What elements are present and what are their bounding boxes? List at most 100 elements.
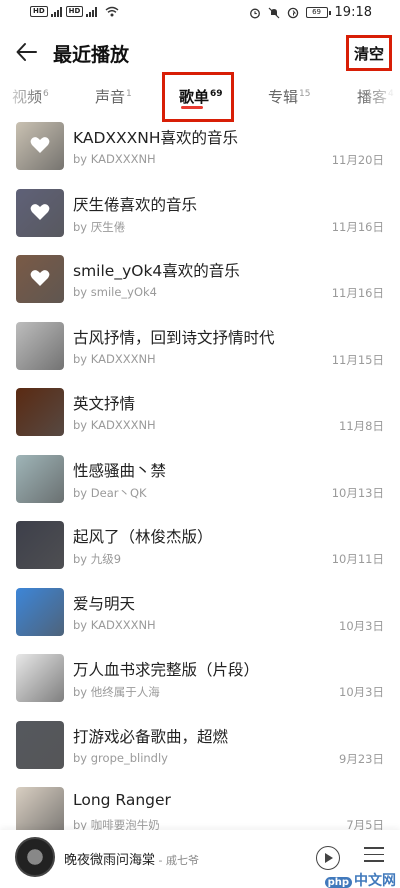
playlist-list: KADXXXNH喜欢的音乐 by KADXXXNH 11月20日厌生倦喜欢的音乐 by… xyxy=(0,113,400,845)
played-date: 9月23日 xyxy=(339,751,384,766)
status-bar: HD HD 69 19:18 xyxy=(0,0,400,30)
play-button[interactable] xyxy=(316,846,340,870)
playlist-creator: by grope_blindly xyxy=(73,750,168,765)
sim-2: HD xyxy=(65,6,98,17)
playlist-title: 万人血书求完整版（片段） xyxy=(73,661,260,679)
playlist-row[interactable]: 打游戏必备歌曲，超燃 by grope_blindly 9月23日 xyxy=(0,712,400,779)
played-date: 11月15日 xyxy=(331,352,384,367)
tab-video-label: 视频 xyxy=(12,88,43,106)
sim1-tag: HD xyxy=(30,6,48,17)
playlist-creator: by 九级9 xyxy=(73,552,122,566)
playlist-title: 性感骚曲丶禁 xyxy=(73,461,167,480)
now-playing-artist: - 戚七爷 xyxy=(155,854,199,867)
playlist-creator: by KADXXXNH xyxy=(73,152,156,166)
played-date: 10月3日 xyxy=(339,685,384,699)
played-date: 10月13日 xyxy=(331,485,384,500)
playlist-row[interactable]: KADXXXNH喜欢的音乐 by KADXXXNH 11月20日 xyxy=(0,113,400,180)
watermark-badge: php xyxy=(324,877,352,888)
playlist-row[interactable]: 厌生倦喜欢的音乐 by 厌生倦 11月16日 xyxy=(0,180,400,247)
playlist-creator: by KADXXXNH xyxy=(73,351,156,366)
playlist-row[interactable]: 万人血书求完整版（片段） by 他终属于人海 10月3日 xyxy=(0,645,400,712)
playlist-cover xyxy=(16,255,64,303)
played-date: 11月16日 xyxy=(331,286,384,300)
playlist-title: 古风抒情，回到诗文抒情时代 xyxy=(73,328,275,347)
tab-video[interactable]: 视频6 xyxy=(12,86,49,107)
tab-playlist-count: 69 xyxy=(210,89,223,99)
playlist-title: 厌生倦喜欢的音乐 xyxy=(73,195,198,214)
playlist-creator: by KADXXXNH xyxy=(73,617,156,632)
tab-album-count: 15 xyxy=(299,89,311,99)
tab-podcast-count: 4 xyxy=(388,89,394,99)
tab-video-count: 6 xyxy=(43,89,49,99)
tab-playlist-label: 歌单 xyxy=(179,88,210,106)
tab-album-label: 专辑 xyxy=(268,88,299,106)
playlist-row[interactable]: 起风了（林俊杰版） by 九级9 10月11日 xyxy=(0,512,400,579)
playlist-row[interactable]: 性感骚曲丶禁 by Dear丶QK 10月13日 xyxy=(0,446,400,513)
playlist-row[interactable]: smile_yOk4喜欢的音乐by smile_yOk4 11月16日 xyxy=(0,246,400,313)
sim-1: HD xyxy=(30,6,62,17)
now-playing[interactable]: 晚夜微雨问海棠 - 戚七爷 xyxy=(64,849,199,868)
played-date: 11月8日 xyxy=(339,419,384,433)
clock: 19:18 xyxy=(334,5,372,20)
header: 最近播放 清空 xyxy=(0,30,400,76)
watermark-logo: php 中文网 xyxy=(324,870,396,888)
played-date: 11月20日 xyxy=(331,153,384,167)
album-disc-icon[interactable] xyxy=(15,837,55,877)
tab-playlist[interactable]: 歌单69 xyxy=(179,86,223,107)
tab-podcast[interactable]: 播客4 xyxy=(357,86,394,107)
played-date: 10月3日 xyxy=(339,618,384,633)
playlist-cover xyxy=(16,654,64,702)
heart-icon xyxy=(30,270,50,286)
active-tab-indicator xyxy=(181,106,203,109)
mute-icon xyxy=(268,7,279,18)
watermark-text: 中文网 xyxy=(354,873,396,888)
playlist-title: Long Ranger xyxy=(73,791,171,809)
tab-sound-count: 1 xyxy=(126,89,132,99)
wifi-icon xyxy=(105,6,119,17)
playlist-creator: by smile_yOk4 xyxy=(73,285,158,299)
playlist-row[interactable]: 爱与明天 by KADXXXNH 10月3日 xyxy=(0,579,400,646)
playlist-cover xyxy=(16,388,64,436)
playlist-cover xyxy=(16,587,64,636)
playlist-row[interactable]: 古风抒情，回到诗文抒情时代 by KADXXXNH 11月15日 xyxy=(0,313,400,380)
playlist-creator: by KADXXXNH xyxy=(73,418,156,432)
clear-button[interactable]: 清空 xyxy=(346,35,392,71)
page-title: 最近播放 xyxy=(53,44,130,66)
playlist-title: 爱与明天 xyxy=(73,594,136,613)
heart-icon xyxy=(30,137,50,153)
playlist-title: 英文抒情 xyxy=(73,395,136,413)
playlist-creator: by 厌生倦 xyxy=(73,219,126,234)
playlist-queue-icon[interactable] xyxy=(364,847,384,867)
played-date: 10月11日 xyxy=(331,552,384,566)
playlist-cover xyxy=(16,122,64,170)
data-saver-icon xyxy=(287,7,298,18)
playlist-cover xyxy=(16,454,64,503)
playlist-cover xyxy=(16,720,64,769)
playlist-title: 打游戏必备歌曲，超燃 xyxy=(73,727,229,746)
tab-sound-label: 声音 xyxy=(95,88,126,106)
playlist-row[interactable]: 英文抒情 by KADXXXNH 11月8日 xyxy=(0,379,400,446)
playlist-title: smile_yOk4喜欢的音乐 xyxy=(73,262,240,280)
playlist-title: 起风了（林俊杰版） xyxy=(73,528,213,546)
signal-1-icon xyxy=(50,6,62,17)
playlist-title: KADXXXNH喜欢的音乐 xyxy=(73,129,239,147)
alarm-icon xyxy=(249,8,260,18)
playlist-cover xyxy=(16,787,64,835)
tab-sound[interactable]: 声音1 xyxy=(95,86,132,107)
playlist-cover xyxy=(16,521,64,569)
mini-player[interactable]: 晚夜微雨问海棠 - 戚七爷 php 中文网 xyxy=(0,830,400,888)
status-left: HD HD xyxy=(30,6,119,17)
sim2-tag: HD xyxy=(65,6,84,17)
played-date: 11月16日 xyxy=(331,219,384,234)
signal-2-icon xyxy=(86,6,98,17)
playlist-cover xyxy=(16,321,64,370)
playlist-creator: by Dear丶QK xyxy=(73,485,147,500)
tab-album[interactable]: 专辑15 xyxy=(268,86,310,107)
now-playing-song: 晚夜微雨问海棠 xyxy=(64,853,156,868)
tab-podcast-label: 播客 xyxy=(357,88,388,106)
battery-icon: 69 xyxy=(305,7,331,18)
playlist-creator: by 他终属于人海 xyxy=(73,685,160,699)
heart-icon xyxy=(30,203,50,220)
playlist-cover xyxy=(16,188,64,237)
back-arrow-icon[interactable] xyxy=(14,39,40,65)
